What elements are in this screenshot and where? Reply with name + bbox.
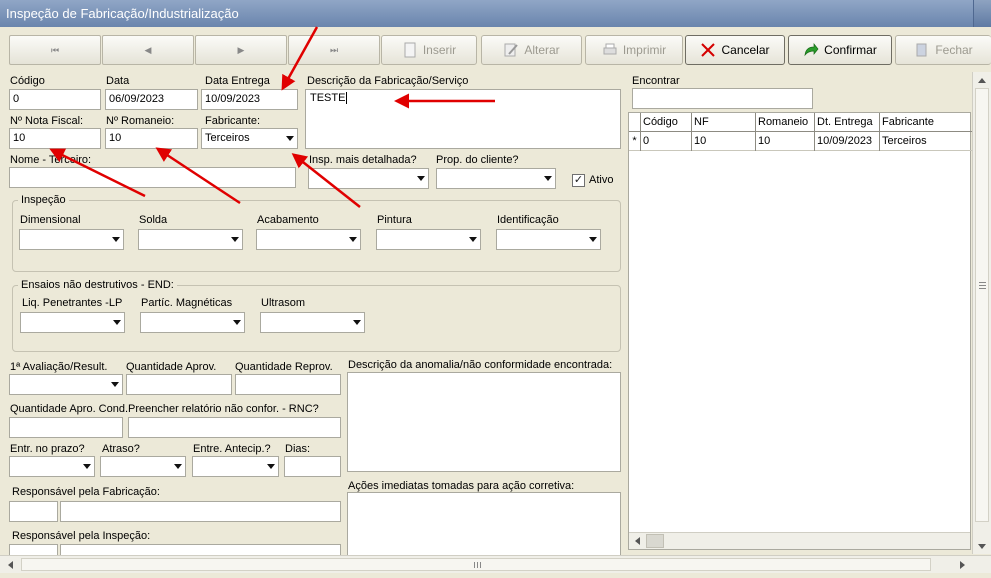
annotation-arrows — [49, 26, 495, 208]
arrow-icon — [281, 26, 319, 91]
arrow-icon — [49, 148, 146, 198]
arrow-icon — [291, 153, 361, 208]
arrow-icon — [155, 147, 241, 205]
